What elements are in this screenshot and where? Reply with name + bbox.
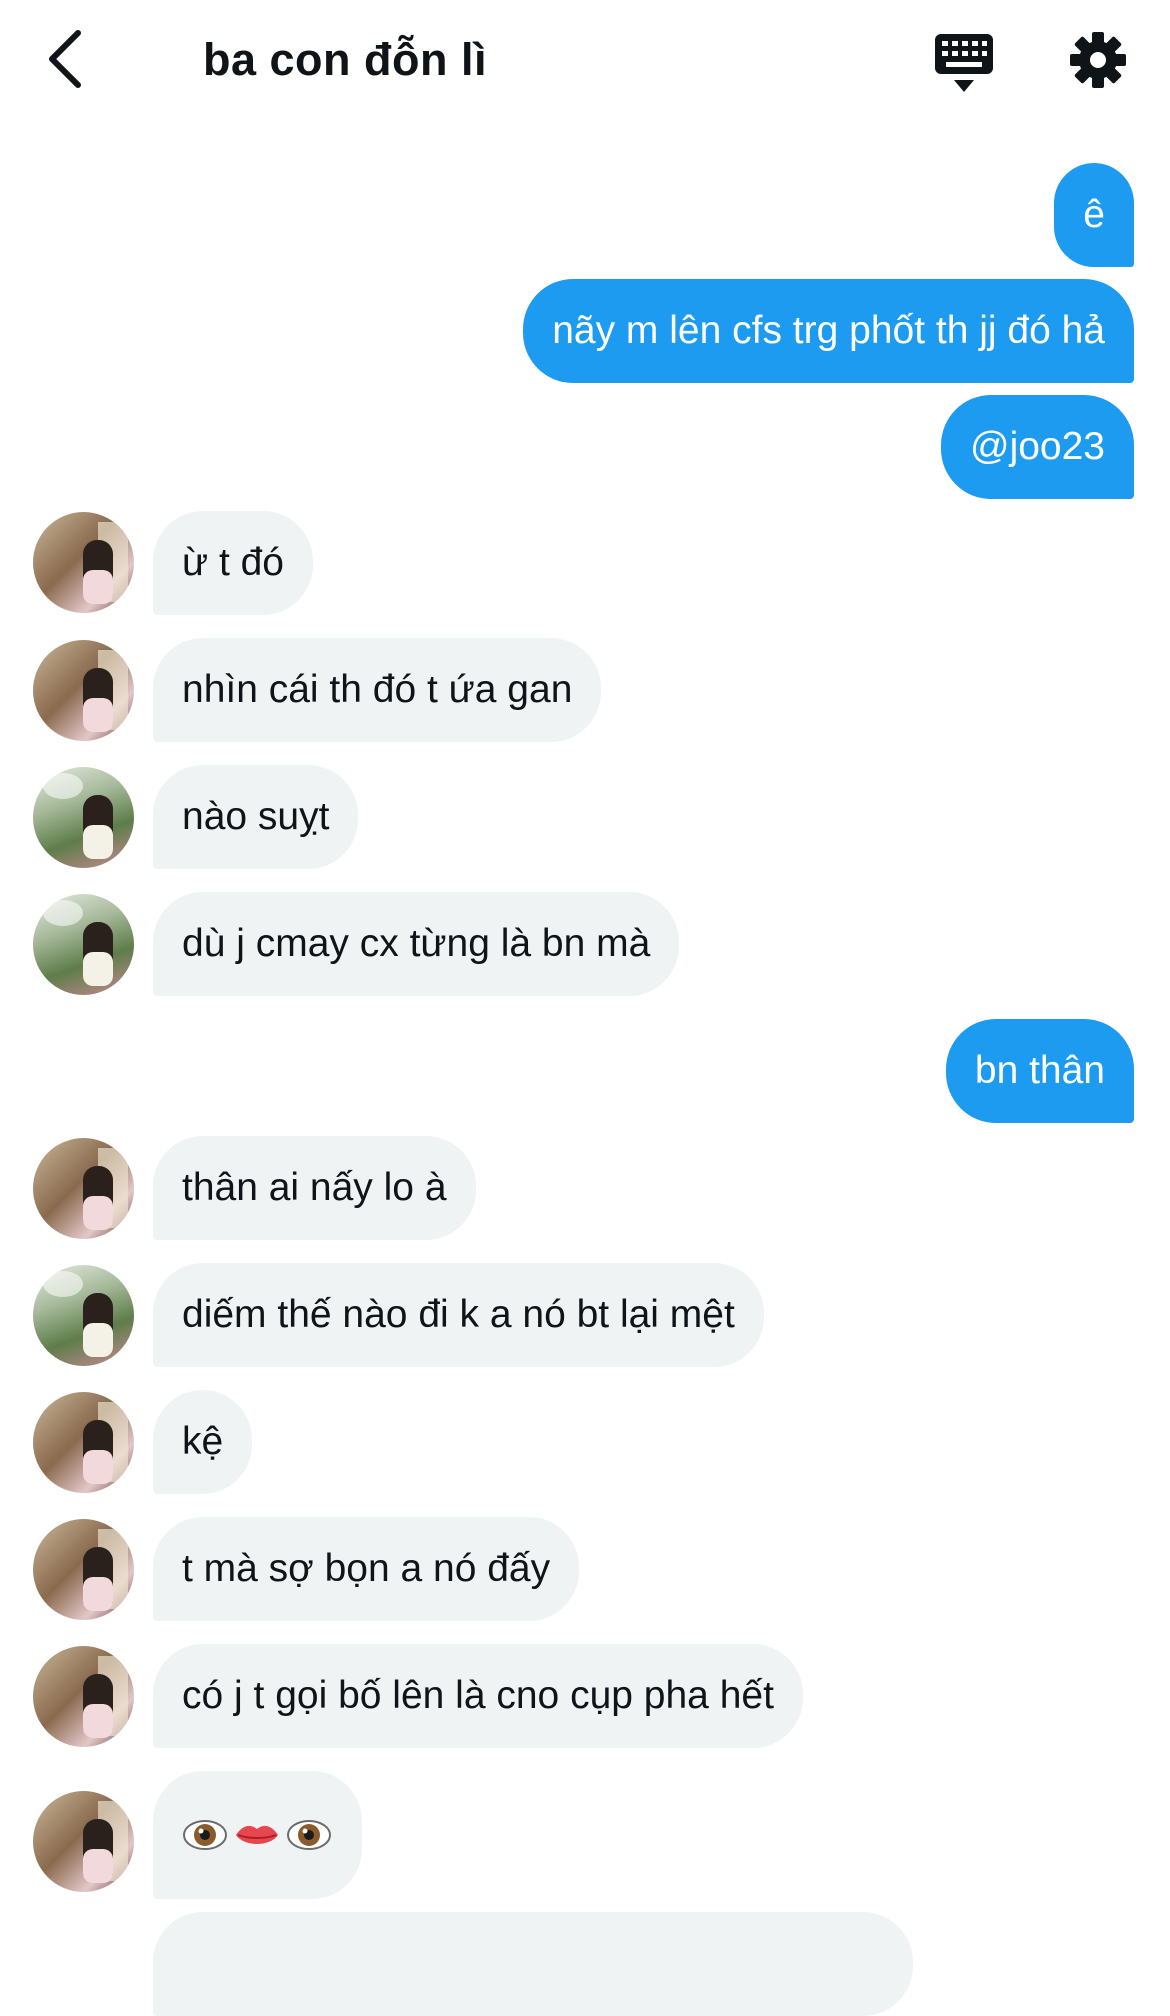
chevron-left-icon [49, 30, 81, 88]
message-text: kệ [182, 1420, 224, 1463]
message-text: thân ai nấy lo à [182, 1166, 447, 1209]
message-text: @joo23 [969, 425, 1105, 468]
message-bubble-outgoing[interactable]: @joo23 [940, 395, 1134, 499]
avatar[interactable] [33, 1265, 134, 1366]
message-bubble-incoming[interactable]: kệ [153, 1390, 253, 1494]
avatar[interactable] [33, 894, 134, 995]
conversation-title[interactable]: ba con đỗn lì [203, 30, 487, 90]
avatar[interactable] [33, 1519, 134, 1620]
message-text: có j t gọi bố lên là cno cụp pha hết [182, 1674, 774, 1717]
avatar[interactable] [33, 1138, 134, 1239]
message-text: ê [1083, 193, 1105, 236]
avatar[interactable] [33, 512, 134, 613]
message-bubble-outgoing[interactable]: nãy m lên cfs trg phốt th jj đó hả [523, 279, 1134, 383]
message-bubble-incoming-partial[interactable] [153, 1912, 913, 2016]
avatar[interactable] [33, 767, 134, 868]
message-text: nãy m lên cfs trg phốt th jj đó hả [552, 309, 1105, 352]
message-bubble-incoming[interactable]: t mà sợ bọn a nó đấy [153, 1517, 580, 1621]
message-bubble-incoming[interactable]: ừ t đó [153, 511, 313, 615]
settings-button[interactable] [1068, 30, 1128, 90]
avatar[interactable] [33, 1646, 134, 1747]
message-bubble-outgoing[interactable]: ê [1054, 163, 1134, 267]
message-text: nào suỵt [182, 795, 330, 838]
eye-icon [183, 1820, 227, 1850]
message-text: diếm thế nào đi k a nó bt lại mệt [182, 1293, 735, 1336]
message-bubble-incoming[interactable]: diếm thế nào đi k a nó bt lại mệt [153, 1263, 764, 1367]
conversation-header: ba con đỗn lì [0, 0, 1170, 120]
message-text: ừ t đó [182, 541, 284, 584]
message-bubble-incoming[interactable]: có j t gọi bố lên là cno cụp pha hết [153, 1644, 803, 1748]
message-bubble-incoming[interactable]: dù j cmay cx từng là bn mà [153, 892, 680, 996]
avatar[interactable] [33, 1392, 134, 1493]
avatar[interactable] [33, 1791, 134, 1892]
message-text: nhìn cái th đó t ứa gan [182, 668, 573, 711]
back-button[interactable] [34, 24, 94, 94]
message-text: bn thân [974, 1049, 1105, 1092]
message-text: dù j cmay cx từng là bn mà [182, 922, 651, 965]
eye-icon [287, 1820, 331, 1850]
message-bubble-incoming[interactable]: nhìn cái th đó t ứa gan [153, 638, 602, 742]
message-bubble-incoming[interactable] [153, 1771, 362, 1899]
message-text: t mà sợ bọn a nó đấy [182, 1547, 551, 1590]
avatar[interactable] [33, 640, 134, 741]
keyboard-button[interactable] [932, 28, 996, 96]
keyboard-icon [935, 34, 993, 92]
gear-icon [1070, 32, 1126, 88]
emoji-row [182, 1771, 333, 1899]
lips-icon [236, 1825, 278, 1844]
message-bubble-incoming[interactable]: thân ai nấy lo à [153, 1136, 476, 1240]
message-bubble-incoming[interactable]: nào suỵt [153, 765, 359, 869]
message-bubble-outgoing[interactable]: bn thân [945, 1019, 1134, 1123]
